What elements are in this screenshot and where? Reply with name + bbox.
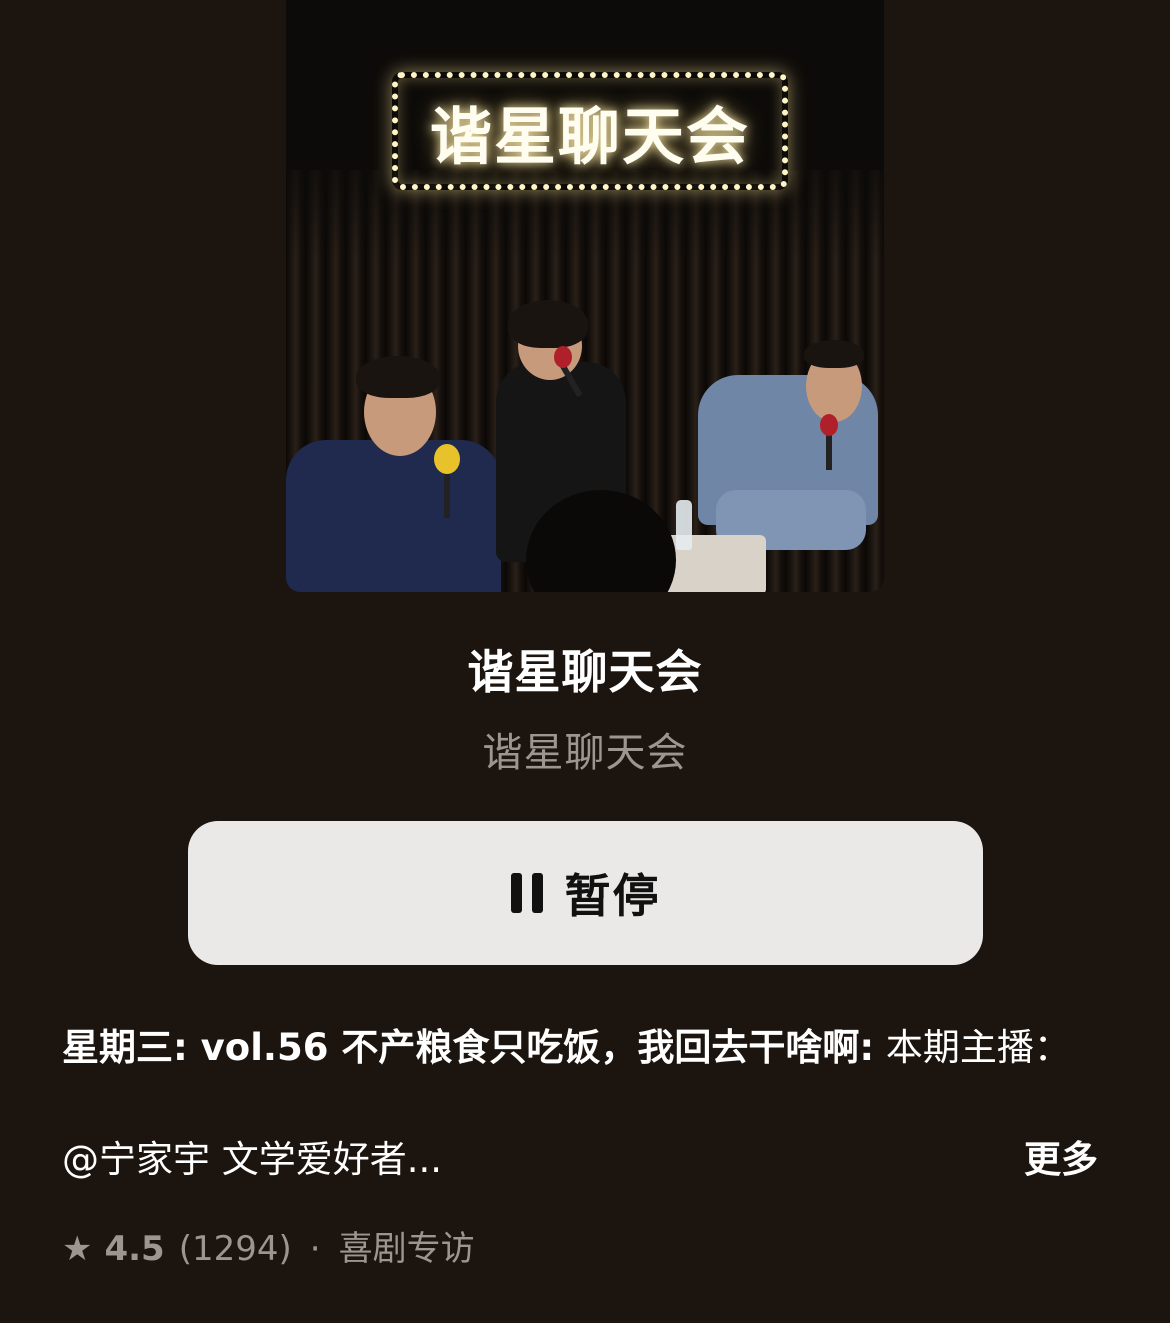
pause-button[interactable]: 暂停: [188, 821, 983, 965]
rating-count: (1294): [178, 1229, 292, 1269]
pause-icon: [510, 873, 543, 913]
marquee-text: 谐星聊天会: [429, 100, 750, 173]
star-icon: ★: [62, 1229, 93, 1269]
description-hosts: @宁家宇 文学爱好者...: [62, 1138, 443, 1181]
water-bottle: [676, 500, 692, 550]
podcast-title: 谐星聊天会: [467, 645, 703, 699]
podcast-artwork: 谐星聊天会: [286, 0, 884, 592]
separator-dot: ·: [309, 1229, 321, 1269]
meta-row: ★ 4.5 (1294) · 喜剧专访: [62, 1224, 475, 1274]
podcast-author[interactable]: 谐星聊天会: [0, 720, 1170, 778]
pause-label: 暂停: [564, 869, 661, 923]
episode-description: 星期三: vol.56 不产粮食只吃饭，我回去干啥啊: 本期主播：: [62, 1020, 1072, 1076]
marquee-sign: 谐星聊天会: [392, 72, 788, 190]
rating-value: 4.5: [104, 1229, 165, 1269]
more-button[interactable]: 更多: [1024, 1132, 1098, 1188]
description-text: 本期主播：: [874, 1026, 1071, 1069]
category-link[interactable]: 喜剧专访: [339, 1224, 475, 1274]
episode-title: 星期三: vol.56 不产粮食只吃饭，我回去干啥啊:: [62, 1026, 875, 1069]
